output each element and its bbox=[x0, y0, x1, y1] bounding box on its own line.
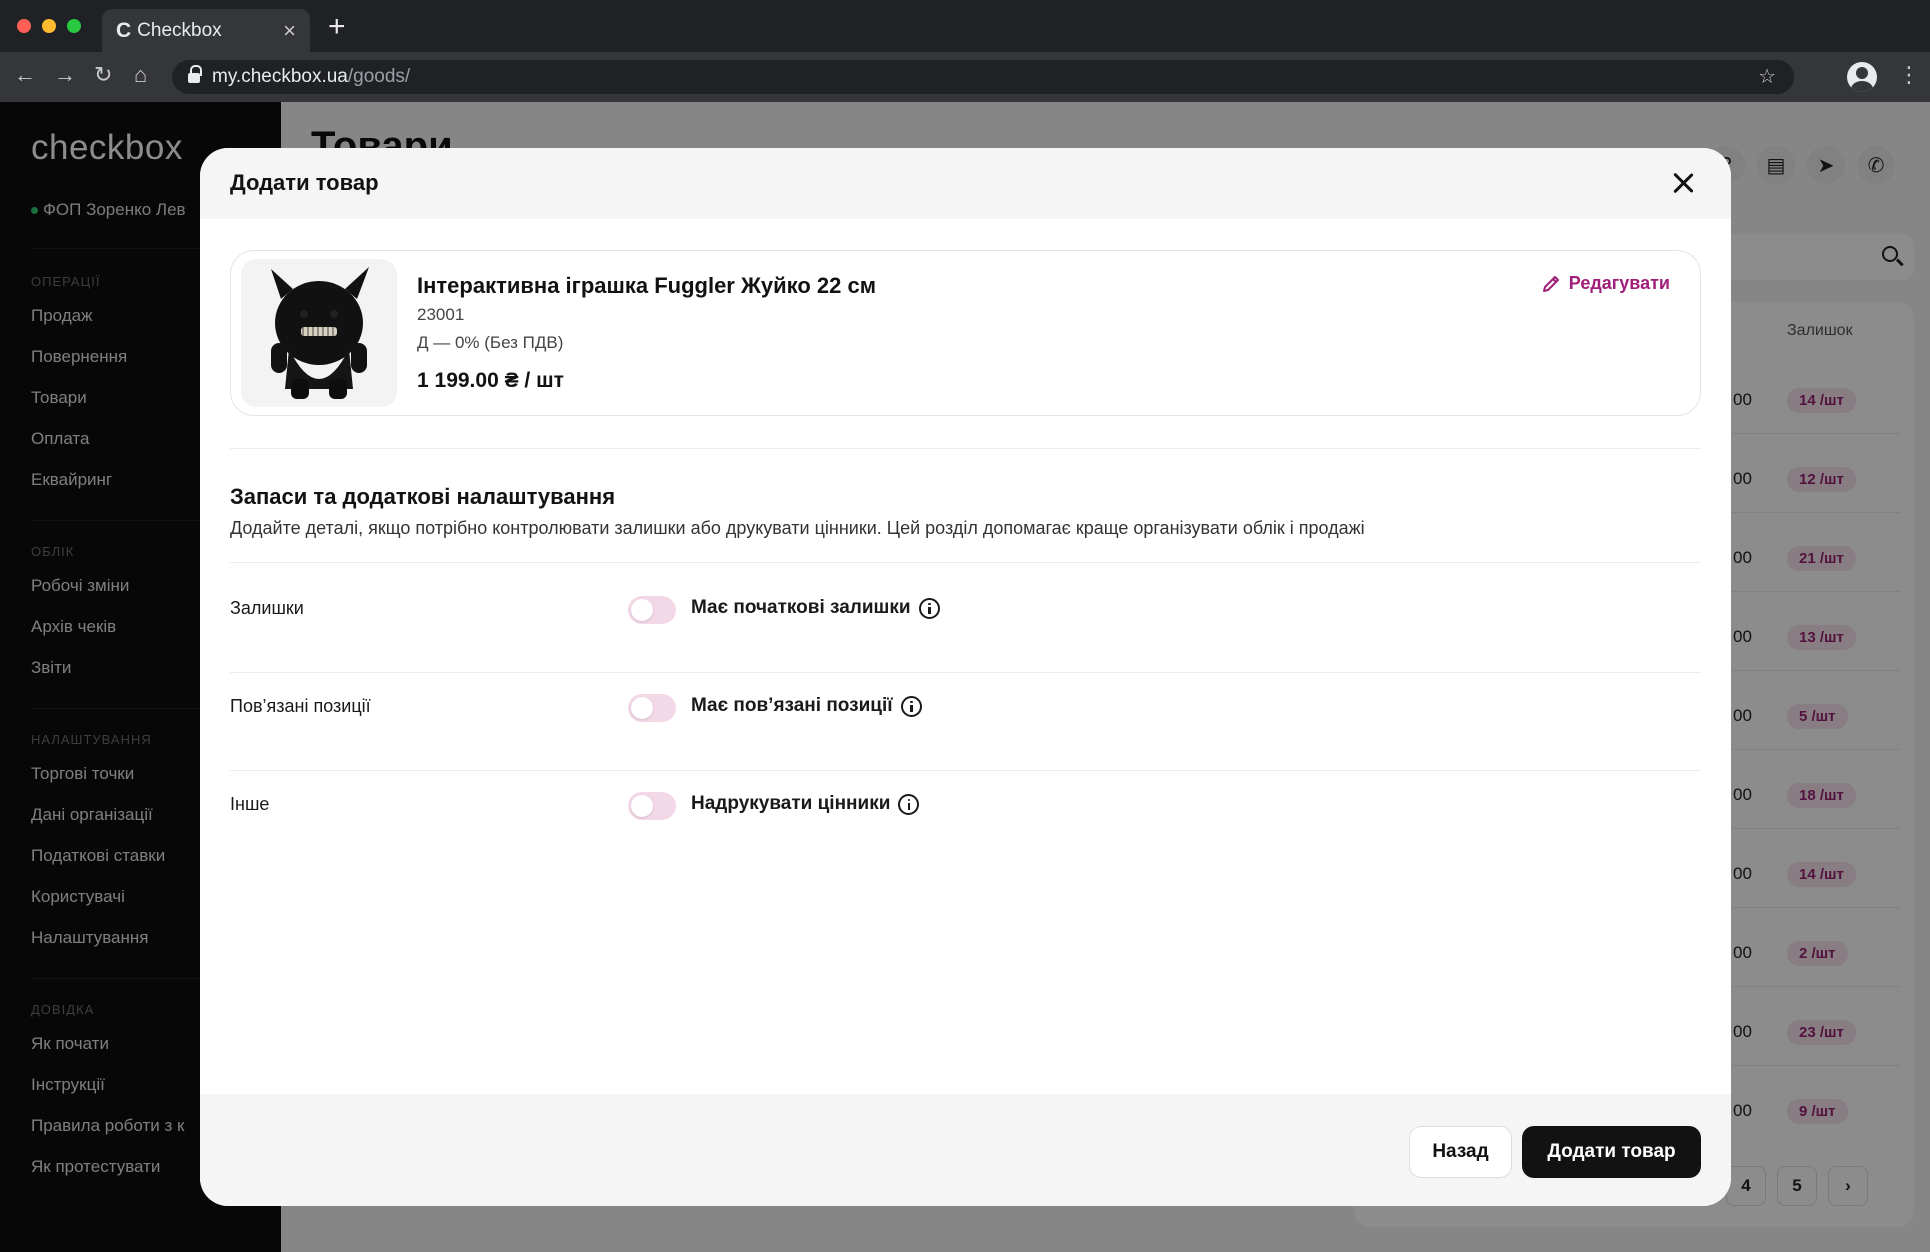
product-code: 23001 bbox=[417, 305, 465, 324]
maximize-window-icon[interactable] bbox=[67, 19, 81, 33]
section-divider bbox=[230, 562, 1701, 563]
tab-close-icon[interactable]: × bbox=[283, 18, 296, 44]
section-divider bbox=[230, 448, 1701, 449]
section-title: Запаси та додаткові налаштування bbox=[230, 484, 616, 509]
browser-toolbar: ← → ↻ ⌂ my.checkbox.ua/goods/ ☆ ⋮ bbox=[0, 52, 1930, 102]
print-price-tags-toggle-label: Надрукувати цінники bbox=[691, 793, 920, 815]
add-product-modal: Додати товар Інтерактивна іграшка Fuggle… bbox=[200, 148, 1731, 1206]
product-name: Інтерактивна іграшка Fuggler Жуйко 22 см bbox=[417, 273, 876, 298]
profile-avatar-icon[interactable] bbox=[1847, 62, 1877, 92]
print-price-tags-toggle[interactable] bbox=[628, 792, 676, 820]
setting-divider bbox=[230, 770, 1701, 771]
related-items-toggle-label: Має пов’язані позиції bbox=[691, 695, 922, 717]
modal-header: Додати товар bbox=[200, 148, 1731, 219]
url-path: /goods/ bbox=[347, 66, 411, 87]
checkbox-favicon-icon: C bbox=[116, 18, 132, 42]
modal-footer: Назад Додати товар bbox=[200, 1094, 1731, 1206]
setting-label-stock: Залишки bbox=[230, 598, 304, 618]
info-icon[interactable] bbox=[918, 597, 940, 619]
bookmark-star-icon[interactable]: ☆ bbox=[1758, 64, 1776, 89]
initial-stock-toggle-label: Має початкові залишки bbox=[691, 597, 940, 619]
add-product-button[interactable]: Додати товар bbox=[1522, 1126, 1701, 1178]
setting-divider bbox=[230, 672, 1701, 673]
pencil-icon bbox=[1542, 275, 1559, 292]
initial-stock-toggle[interactable] bbox=[628, 596, 676, 624]
edit-product-button[interactable]: Редагувати bbox=[1541, 273, 1670, 294]
info-icon[interactable] bbox=[900, 695, 922, 717]
product-price: 1 199.00 ₴ / шт bbox=[417, 369, 564, 392]
lock-icon bbox=[188, 65, 202, 84]
forward-arrow-icon[interactable]: → bbox=[54, 62, 76, 88]
tab-title: Checkbox bbox=[137, 19, 222, 41]
home-icon[interactable]: ⌂ bbox=[134, 62, 147, 88]
back-button[interactable]: Назад bbox=[1409, 1126, 1512, 1178]
setting-label-other: Інше bbox=[230, 794, 270, 814]
toggle-text: Має початкові залишки bbox=[691, 597, 911, 618]
related-items-toggle[interactable] bbox=[628, 694, 676, 722]
product-tax-rate: Д — 0% (Без ПДВ) bbox=[417, 333, 564, 352]
browser-menu-icon[interactable]: ⋮ bbox=[1898, 62, 1920, 88]
browser-tab[interactable]: C Checkbox × bbox=[102, 9, 310, 52]
minimize-window-icon[interactable] bbox=[42, 19, 56, 33]
section-description: Додайте деталі, якщо потрібно контролюва… bbox=[230, 518, 1365, 538]
browser-tabbar: C Checkbox × + bbox=[0, 0, 1930, 52]
modal-title: Додати товар bbox=[230, 170, 379, 195]
new-tab-icon[interactable]: + bbox=[328, 10, 346, 44]
product-image bbox=[241, 259, 397, 407]
toggle-text: Має пов’язані позиції bbox=[691, 695, 893, 716]
product-card: Інтерактивна іграшка Fuggler Жуйко 22 см… bbox=[230, 250, 1701, 416]
close-window-icon[interactable] bbox=[17, 19, 31, 33]
toggle-text: Надрукувати цінники bbox=[691, 793, 891, 814]
address-bar[interactable]: my.checkbox.ua/goods/ ☆ bbox=[172, 60, 1794, 94]
reload-icon[interactable]: ↻ bbox=[94, 62, 112, 88]
close-icon[interactable] bbox=[1670, 170, 1696, 196]
plush-toy-image bbox=[241, 259, 397, 407]
edit-label: Редагувати bbox=[1568, 273, 1670, 293]
back-arrow-icon[interactable]: ← bbox=[14, 62, 36, 88]
url-host: my.checkbox.ua bbox=[212, 66, 348, 87]
info-icon[interactable] bbox=[898, 793, 920, 815]
setting-label-related: Пов’язані позиції bbox=[230, 696, 371, 716]
